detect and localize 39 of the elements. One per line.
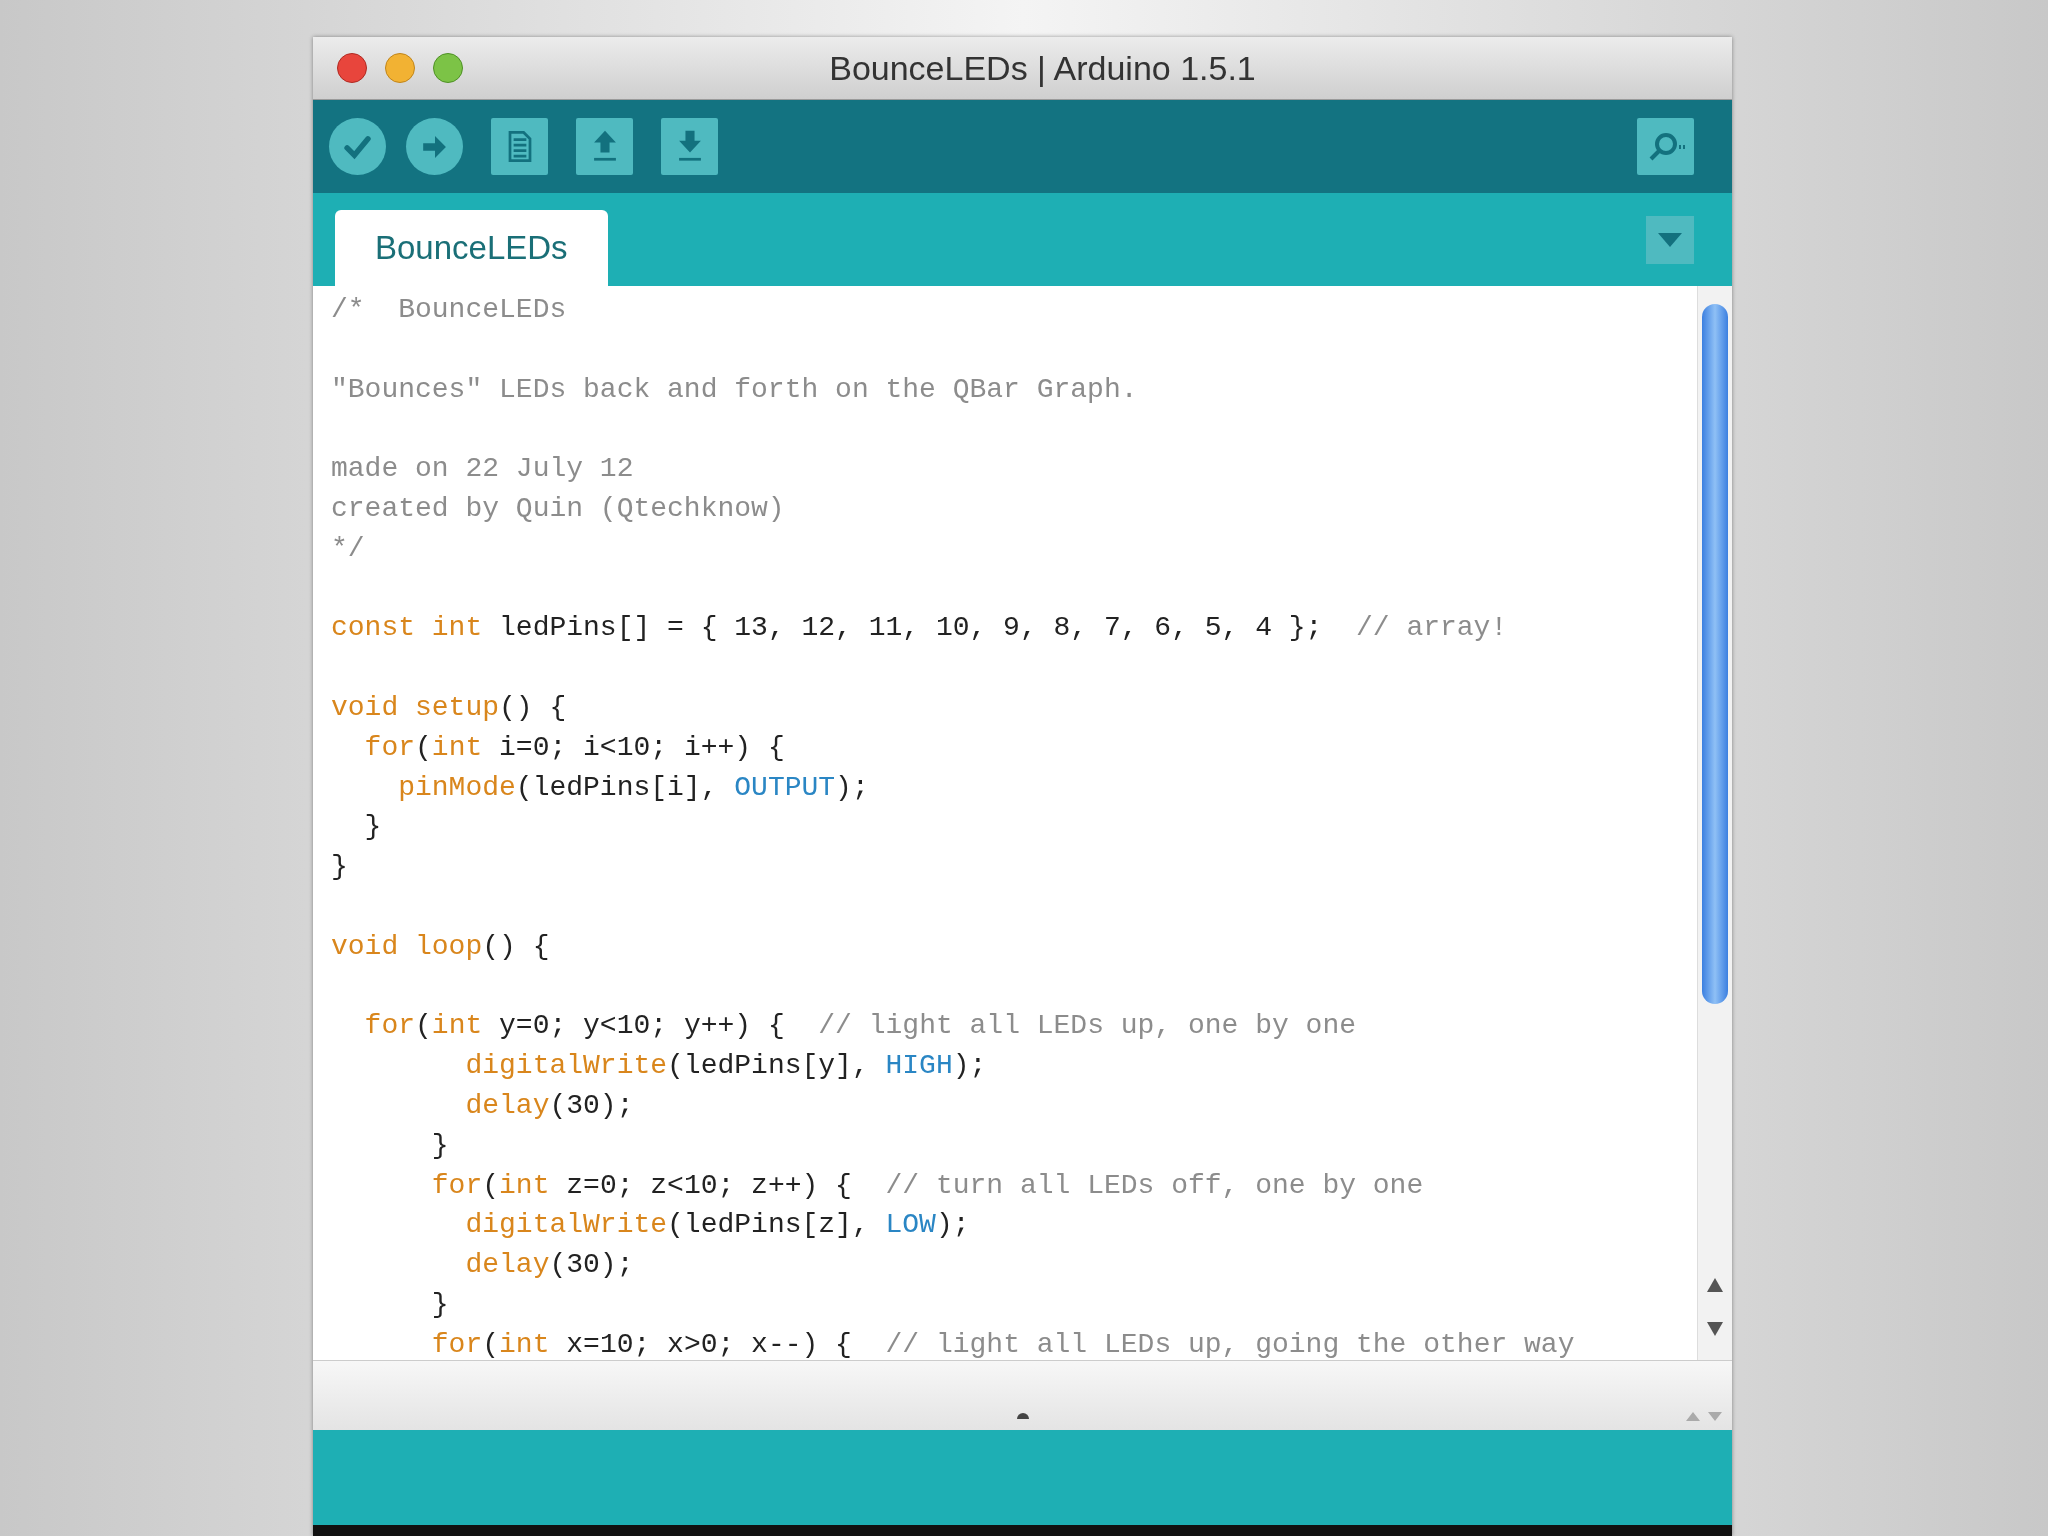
code-line: delay(30); [464,1248,634,1283]
code-line: void loop() { [331,929,550,964]
code-line: created by Quin (Qtechknow) [331,492,785,526]
code-line: } [430,1128,449,1163]
scroll-up-icon[interactable] [1707,1278,1723,1292]
code-line: for(int y=0; y<10; y++) { // light all LEDs up, one by one [363,1009,1356,1044]
code-line: digitalWrite(ledPins[y], HIGH); [464,1049,987,1084]
code-line: for(int z=0; z<10; z++) { // turn all LEDs off, one by one [430,1168,1424,1203]
scroll-thumb[interactable] [1702,304,1728,1004]
new-button[interactable] [491,118,548,175]
code-line: "Bounces" LEDs back and forth on the QBar Graph. [331,372,1138,407]
open-button[interactable] [576,118,633,175]
code-line: made on 22 July 12 [331,452,634,487]
code-line: digitalWrite(ledPins[z], LOW); [464,1208,970,1243]
save-button[interactable] [661,118,718,175]
code-line: /* BounceLEDs [331,293,567,327]
close-button[interactable] [337,53,367,83]
serial-monitor-button[interactable] [1637,118,1694,175]
code-line: const int ledPins[] = { 13, 12, 11, 10, 9, 8, 7, 6, 5, 4 }; // array! [331,611,1508,646]
caret-icon [1658,233,1682,247]
upload-button[interactable] [406,118,463,175]
scroll-down-icon[interactable] [1707,1322,1723,1336]
code-line: void setup() { [331,690,567,725]
code-line: delay(30); [464,1088,634,1123]
window-title: BounceLEDs | Arduino 1.5.1 [829,47,1256,89]
minimize-button[interactable] [385,53,415,83]
splitter-handle-icon[interactable] [1015,1410,1030,1420]
vertical-scrollbar[interactable] [1697,286,1732,1360]
code-line: } [430,1287,449,1322]
code-line: } [331,850,348,885]
tab-menu-button[interactable] [1646,216,1694,264]
zoom-button[interactable] [433,53,463,83]
code-line: for(int i=0; i<10; i++) { [363,730,785,765]
code-line: } [363,810,382,845]
verify-button[interactable] [329,118,386,175]
code-line: pinMode(ledPins[i], OUTPUT); [397,770,869,805]
code-line: */ [331,531,365,566]
code-line: for(int x=10; x>0; x--) { // light all LEDs up, going the other way [430,1327,1575,1360]
editor-tab[interactable]: BounceLEDs [335,210,608,286]
